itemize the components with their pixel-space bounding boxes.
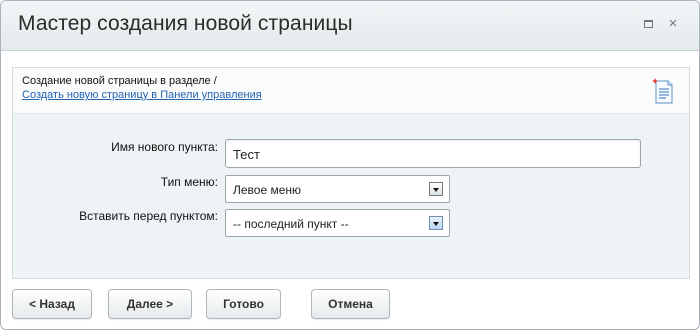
info-text: Создание новой страницы в разделе / [22, 75, 217, 87]
done-button[interactable]: Готово [206, 289, 281, 319]
chevron-down-icon[interactable] [429, 182, 443, 196]
item-name-input[interactable]: Тест [225, 139, 641, 168]
close-icon[interactable]: × [666, 16, 680, 31]
insert-before-label: Вставить перед пунктом: [79, 209, 218, 223]
menu-type-select[interactable]: Левое меню [225, 175, 450, 203]
new-page-icon [652, 78, 673, 104]
dialog-titlebar[interactable]: Мастер создания новой страницы × [1, 1, 699, 51]
menu-type-label: Тип меню: [160, 175, 218, 189]
dialog-content: Создание новой страницы в разделе / Созд… [12, 67, 690, 279]
new-page-wizard-dialog: Мастер создания новой страницы × Создани… [0, 0, 700, 330]
dialog-title: Мастер создания новой страницы [18, 12, 353, 35]
dialog-footer: < Назад Далее > Готово Отмена [1, 279, 699, 329]
insert-before-select[interactable]: -- последний пункт -- [225, 209, 450, 237]
item-name-label: Имя нового пункта: [111, 140, 218, 154]
maximize-icon[interactable] [641, 17, 655, 31]
insert-before-value: -- последний пункт -- [233, 217, 349, 231]
menu-type-value: Левое меню [233, 183, 302, 197]
info-panel: Создание новой страницы в разделе / Созд… [13, 68, 689, 114]
control-panel-link[interactable]: Создать новую страницу в Панели управлен… [22, 89, 262, 101]
cancel-button[interactable]: Отмена [311, 289, 390, 319]
chevron-down-icon[interactable] [429, 216, 443, 230]
next-button[interactable]: Далее > [108, 289, 192, 319]
back-button[interactable]: < Назад [12, 289, 92, 319]
